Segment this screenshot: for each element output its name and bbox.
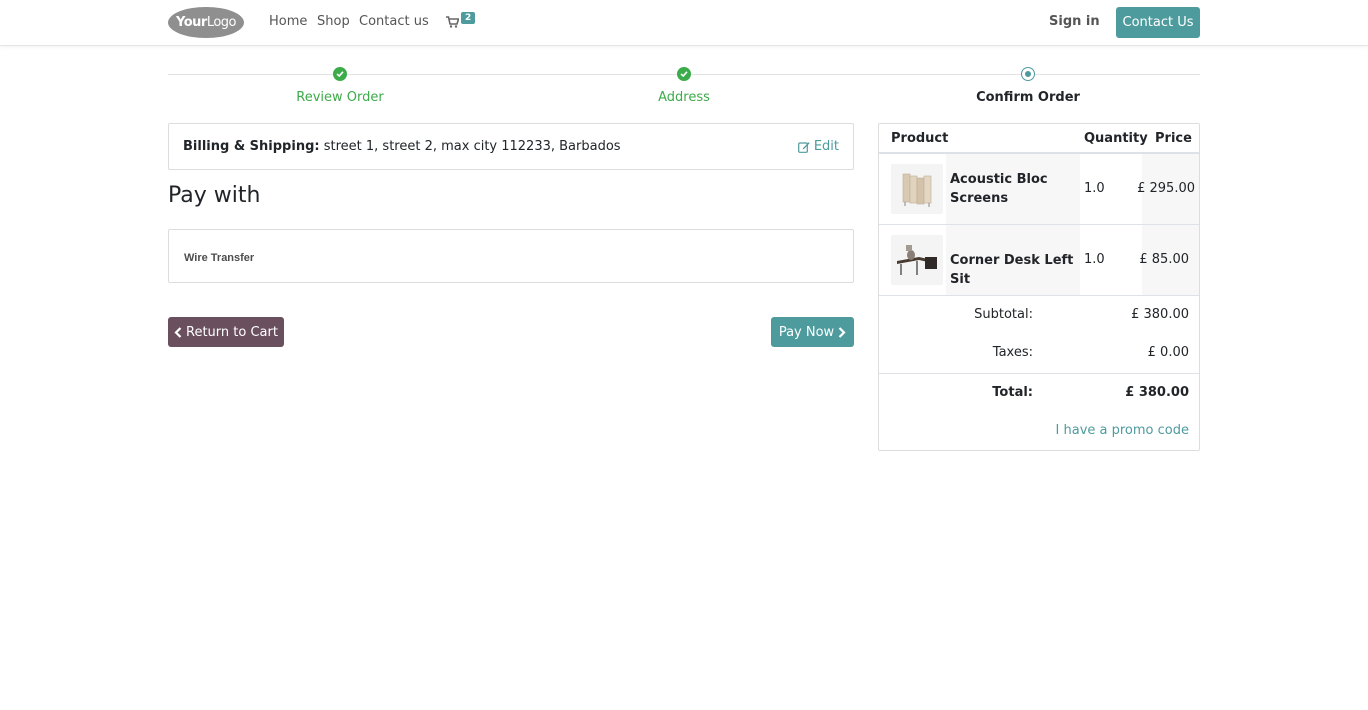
edit-address-link[interactable]: Edit: [797, 139, 839, 154]
billing-shipping-label: Billing & Shipping:: [183, 139, 320, 154]
cart-button[interactable]: 2: [446, 12, 478, 32]
contact-us-button[interactable]: Contact Us: [1116, 7, 1200, 38]
pay-now-button[interactable]: Pay Now: [771, 317, 854, 347]
product-name[interactable]: Corner Desk Left Sit: [950, 251, 1080, 289]
nav-contact-us[interactable]: Contact us: [359, 14, 429, 29]
return-to-cart-label: Return to Cart: [186, 324, 278, 340]
column-header-price: Price: [1155, 131, 1192, 146]
pay-with-heading: Pay with: [168, 183, 261, 208]
logo-text: Logo: [206, 15, 237, 30]
billing-shipping-address: street 1, street 2, max city 112233, Bar…: [319, 139, 621, 154]
product-price: £ 85.00: [1139, 252, 1189, 267]
table-row: Acoustic Bloc Screens 1.0 £ 295.00: [879, 154, 1199, 225]
pay-now-label: Pay Now: [778, 324, 835, 340]
product-thumbnail-corner-desk[interactable]: [891, 235, 943, 285]
product-thumbnail-acoustic-bloc-screens[interactable]: [891, 164, 943, 214]
chevron-right-icon: [838, 326, 846, 338]
billing-shipping-box: Billing & Shipping: street 1, street 2, …: [168, 123, 854, 170]
table-row: Corner Desk Left Sit 1.0 £ 85.00: [879, 225, 1199, 296]
nav-home[interactable]: Home: [269, 14, 307, 29]
payment-method-label: Wire Transfer: [184, 252, 255, 264]
product-quantity: 1.0: [1084, 181, 1105, 196]
total-divider: [879, 373, 1199, 374]
nav-shop[interactable]: Shop: [317, 14, 350, 29]
product-price: £ 295.00: [1137, 181, 1195, 196]
order-summary-table: Product Quantity Price Acoustic Bloc Scr…: [878, 123, 1200, 451]
step-confirm-order: Confirm Order: [976, 90, 1080, 105]
taxes-label: Taxes:: [992, 345, 1033, 360]
edit-label: Edit: [813, 139, 839, 154]
edit-icon: [797, 141, 810, 153]
step-confirm-order-radio-icon: [1021, 67, 1035, 81]
chevron-left-icon: [174, 326, 182, 338]
subtotal-value: £ 380.00: [1131, 307, 1189, 322]
column-header-product: Product: [891, 131, 949, 146]
sign-in-link[interactable]: Sign in: [1049, 14, 1100, 29]
cart-count-badge: 2: [461, 12, 476, 24]
product-quantity: 1.0: [1084, 252, 1105, 267]
total-label: Total:: [992, 385, 1033, 400]
taxes-value: £ 0.00: [1147, 345, 1189, 360]
company-logo[interactable]: Your Logo: [168, 7, 244, 38]
billing-shipping-text: Billing & Shipping: street 1, street 2, …: [183, 139, 621, 154]
total-value: £ 380.00: [1125, 385, 1189, 400]
promo-code-link[interactable]: I have a promo code: [1056, 423, 1189, 438]
product-name[interactable]: Acoustic Bloc Screens: [950, 170, 1080, 208]
step-review-order[interactable]: Review Order: [240, 90, 440, 105]
return-to-cart-button[interactable]: Return to Cart: [168, 317, 284, 347]
step-address[interactable]: Address: [584, 90, 784, 105]
cart-icon: [446, 16, 459, 28]
payment-method-option[interactable]: Wire Transfer: [168, 229, 854, 283]
subtotal-label: Subtotal:: [974, 307, 1033, 322]
step-review-order-check-icon: [333, 67, 347, 81]
top-navbar: Your Logo Home Shop Contact us 2 Sign in …: [0, 0, 1368, 46]
step-address-check-icon: [677, 67, 691, 81]
column-header-quantity: Quantity: [1084, 131, 1148, 146]
logo-text-bold: Your: [175, 15, 207, 30]
